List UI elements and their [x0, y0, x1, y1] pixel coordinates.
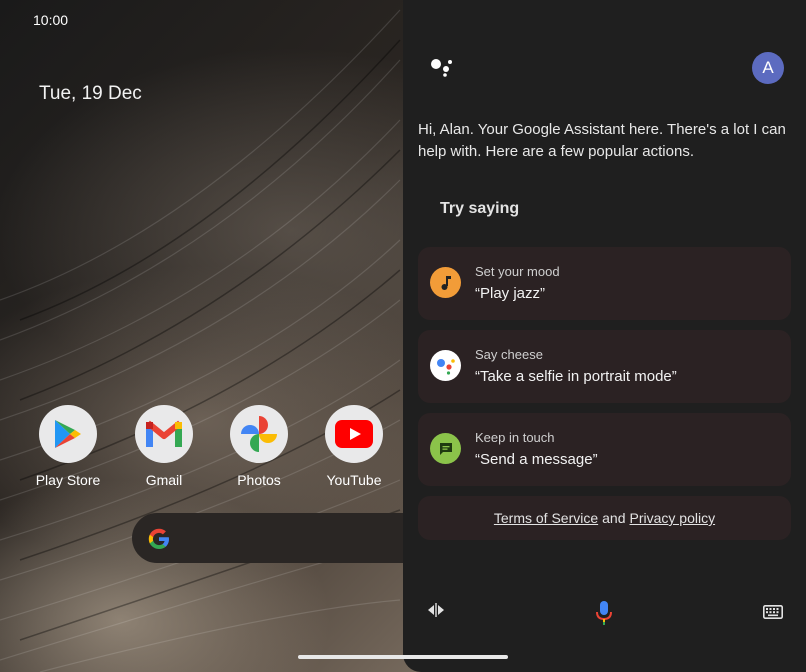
suggestion-card-mood[interactable]: Set your mood “Play jazz”	[418, 247, 791, 320]
suggestion-phrase: “Take a selfie in portrait mode”	[475, 368, 677, 385]
assistant-icon	[430, 350, 461, 381]
suggestion-title: Set your mood	[475, 264, 560, 279]
assistant-panel: A Hi, Alan. Your Google Assistant here. …	[403, 0, 806, 672]
app-youtube[interactable]: YouTube	[309, 405, 399, 488]
suggestion-title: Keep in touch	[475, 430, 555, 445]
suggestion-title: Say cheese	[475, 347, 543, 362]
suggestion-card-selfie[interactable]: Say cheese “Take a selfie in portrait mo…	[418, 330, 791, 403]
gmail-icon	[135, 405, 193, 463]
app-label: Gmail	[145, 472, 183, 488]
panel-switch-icon[interactable]	[427, 603, 445, 617]
app-gmail[interactable]: Gmail	[119, 405, 209, 488]
suggestion-phrase: “Play jazz”	[475, 285, 546, 302]
youtube-icon	[325, 405, 383, 463]
app-photos[interactable]: Photos	[214, 405, 304, 488]
microphone-icon[interactable]	[595, 600, 613, 626]
keyboard-icon[interactable]	[763, 605, 783, 619]
google-g-icon	[148, 528, 169, 549]
status-time: 10:00	[33, 12, 69, 28]
photos-icon	[230, 405, 288, 463]
google-search-bar[interactable]	[132, 513, 432, 563]
terms-of-service-link[interactable]: Terms of Service	[494, 510, 598, 526]
app-label: YouTube	[326, 472, 382, 488]
gesture-nav-handle[interactable]	[298, 655, 508, 659]
app-label: Play Store	[35, 472, 101, 488]
music-note-icon	[430, 267, 461, 298]
try-saying-heading: Try saying	[440, 200, 520, 217]
privacy-policy-link[interactable]: Privacy policy	[630, 510, 716, 526]
terms-privacy-box: Terms of Service and Privacy policy	[418, 496, 791, 540]
suggestion-card-message[interactable]: Keep in touch “Send a message”	[418, 413, 791, 486]
suggestion-phrase: “Send a message”	[475, 451, 598, 468]
app-play-store[interactable]: Play Store	[23, 405, 113, 488]
message-icon	[430, 433, 461, 464]
play-store-icon	[39, 405, 97, 463]
home-date[interactable]: Tue, 19 Dec	[39, 83, 142, 105]
google-assistant-logo-icon	[431, 59, 452, 77]
app-label: Photos	[237, 472, 281, 488]
assistant-greeting: Hi, Alan. Your Google Assistant here. Th…	[418, 121, 786, 160]
terms-and-text: and	[602, 510, 626, 526]
user-avatar[interactable]: A	[752, 52, 784, 84]
